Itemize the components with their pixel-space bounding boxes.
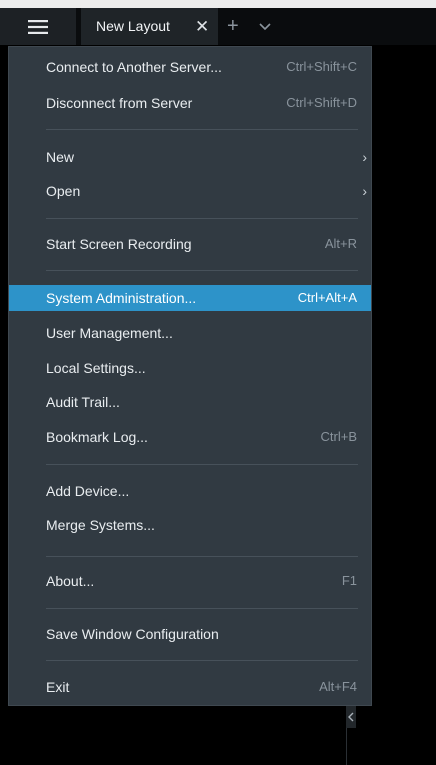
menu-item-label: New [46, 149, 75, 165]
add-tab-icon[interactable]: + [227, 8, 239, 45]
chevron-down-icon [259, 22, 271, 30]
menu-item-bookmark-log[interactable]: Bookmark Log... Ctrl+B [9, 424, 371, 450]
menu-separator [46, 608, 358, 609]
menu-item-label: Start Screen Recording [46, 236, 192, 252]
window-top-edge [0, 0, 436, 8]
menu-item-add-device[interactable]: Add Device... [9, 478, 371, 504]
main-menu-button[interactable] [0, 8, 76, 45]
close-tab-icon[interactable]: ✕ [195, 8, 209, 45]
menu-item-label: About... [46, 573, 95, 589]
menu-item-label: Merge Systems... [46, 517, 155, 533]
menu-item-shortcut: Ctrl+Shift+D [286, 95, 357, 110]
menu-item-label: Bookmark Log... [46, 429, 148, 445]
menu-item-label: Connect to Another Server... [46, 59, 222, 75]
panel-collapse-handle[interactable] [346, 706, 356, 728]
menu-item-connect-to-another-server[interactable]: Connect to Another Server... Ctrl+Shift+… [9, 54, 371, 80]
title-bar: New Layout ✕ + [0, 8, 436, 45]
menu-item-merge-systems[interactable]: Merge Systems... [9, 512, 371, 538]
menu-item-open[interactable]: Open › [9, 178, 371, 204]
menu-separator [46, 218, 358, 219]
menu-item-label: Local Settings... [46, 360, 146, 376]
menu-item-label: Audit Trail... [46, 394, 120, 410]
hamburger-menu-icon [28, 19, 48, 34]
menu-item-disconnect-from-server[interactable]: Disconnect from Server Ctrl+Shift+D [9, 90, 371, 116]
menu-item-label: Add Device... [46, 483, 130, 499]
menu-item-label: Exit [46, 679, 70, 695]
menu-item-shortcut: Ctrl+Shift+C [286, 59, 357, 74]
menu-item-label: System Administration... [46, 290, 197, 306]
layout-tab[interactable]: New Layout ✕ [81, 8, 218, 45]
menu-item-local-settings[interactable]: Local Settings... [9, 355, 371, 381]
menu-item-shortcut: Ctrl+B [320, 429, 357, 444]
right-panel [346, 706, 436, 765]
menu-item-shortcut: Alt+F4 [319, 679, 357, 694]
menu-item-about[interactable]: About... F1 [9, 568, 371, 594]
menu-item-system-administration[interactable]: System Administration... Ctrl+Alt+A [9, 285, 371, 311]
menu-item-label: User Management... [46, 325, 173, 341]
menu-item-label: Disconnect from Server [46, 95, 193, 111]
chevron-left-icon [348, 712, 354, 722]
menu-item-start-screen-recording[interactable]: Start Screen Recording Alt+R [9, 231, 371, 257]
menu-item-label: Open [46, 183, 81, 199]
menu-item-shortcut: Alt+R [324, 236, 357, 251]
menu-item-save-window-configuration[interactable]: Save Window Configuration [9, 621, 371, 647]
menu-separator [46, 660, 358, 661]
menu-item-new[interactable]: New › [9, 144, 371, 170]
submenu-arrow-icon: › [362, 183, 367, 199]
menu-item-shortcut: F1 [341, 573, 357, 588]
menu-item-user-management[interactable]: User Management... [9, 320, 371, 346]
menu-separator [46, 464, 358, 465]
menu-separator [46, 129, 358, 130]
menu-item-label: Save Window Configuration [46, 626, 219, 642]
menu-item-audit-trail[interactable]: Audit Trail... [9, 389, 371, 415]
menu-separator [46, 270, 358, 271]
menu-item-shortcut: Ctrl+Alt+A [297, 290, 357, 305]
submenu-arrow-icon: › [362, 149, 367, 165]
menu-item-exit[interactable]: Exit Alt+F4 [9, 674, 371, 700]
tab-title: New Layout [96, 18, 170, 34]
tab-list-button[interactable] [259, 8, 271, 45]
app-window: New Layout ✕ + Connect to Another Server… [0, 0, 436, 765]
main-menu-dropdown: Connect to Another Server... Ctrl+Shift+… [8, 46, 372, 706]
menu-separator [46, 556, 358, 557]
